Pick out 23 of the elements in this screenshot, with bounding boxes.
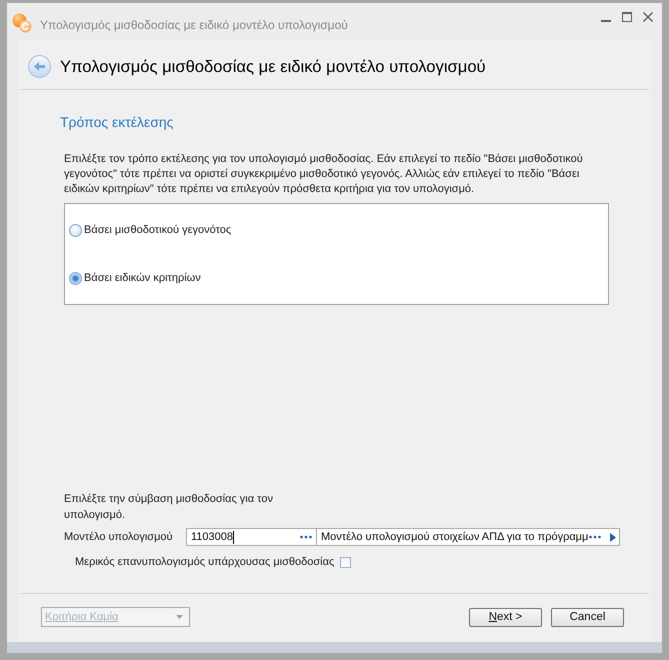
description-text: Επιλέξτε τον τρόπο εκτέλεσης για τον υπολογισμό μισθοδοσίας. Εάν επιλεγεί το πεδίο "Βάσει μισθοδοτικού γεγονότος" τότε πρέπει να οριστεί συγκεκριμένο μισθοδοτικό γεγονός. Αλλιώς εάν επιλεγεί το πεδίο "Βάσει ειδικών κριτηρίων" τότε πρέπει να επιλεγούν πρόσθετα κριτήρια για τον υπολογισμό.: [64, 152, 584, 197]
triangle-right-icon[interactable]: [610, 532, 616, 542]
section-title: Τρόπος εκτέλεσης: [60, 113, 174, 131]
checkbox[interactable]: [340, 556, 352, 568]
ellipsis-icon[interactable]: [589, 535, 601, 539]
model-code-field[interactable]: 1103008: [186, 528, 316, 546]
instruction-text: Επιλέξτε την σύμβαση μισθοδοσίας για τον υπολογισμό.: [64, 492, 274, 523]
close-icon[interactable]: [643, 12, 653, 22]
window-title: Υπολογισμός μισθοδοσίας με ειδικό μοντέλο υπολογισμού: [40, 17, 348, 33]
app-logo-icon: [12, 13, 32, 33]
page-title: Υπολογισμός μισθοδοσίας με ειδικό μοντέλο υπολογισμού: [60, 56, 486, 76]
field-label: Μοντέλο υπολογισμού: [64, 530, 174, 544]
radio-label[interactable]: Βάσει μισθοδοτικού γεγονότος: [84, 223, 232, 237]
model-name-field[interactable]: Μοντέλο υπολογισμού στοιχείων ΑΠΔ για το πρόγραμμ: [316, 528, 620, 546]
maximize-icon[interactable]: [622, 12, 632, 22]
ellipsis-icon[interactable]: [300, 535, 312, 539]
radio-button[interactable]: [69, 272, 82, 284]
caret-down-icon: [176, 615, 183, 619]
radio-label[interactable]: Βάσει ειδικών κριτηρίων: [84, 271, 201, 285]
radio-button[interactable]: [69, 224, 82, 236]
checkbox-label[interactable]: Μερικός επανυπολογισμός υπάρχουσας μισθοδοσίας: [75, 555, 334, 569]
next-button[interactable]: Next >: [469, 608, 542, 627]
cancel-button[interactable]: Cancel: [551, 608, 624, 627]
